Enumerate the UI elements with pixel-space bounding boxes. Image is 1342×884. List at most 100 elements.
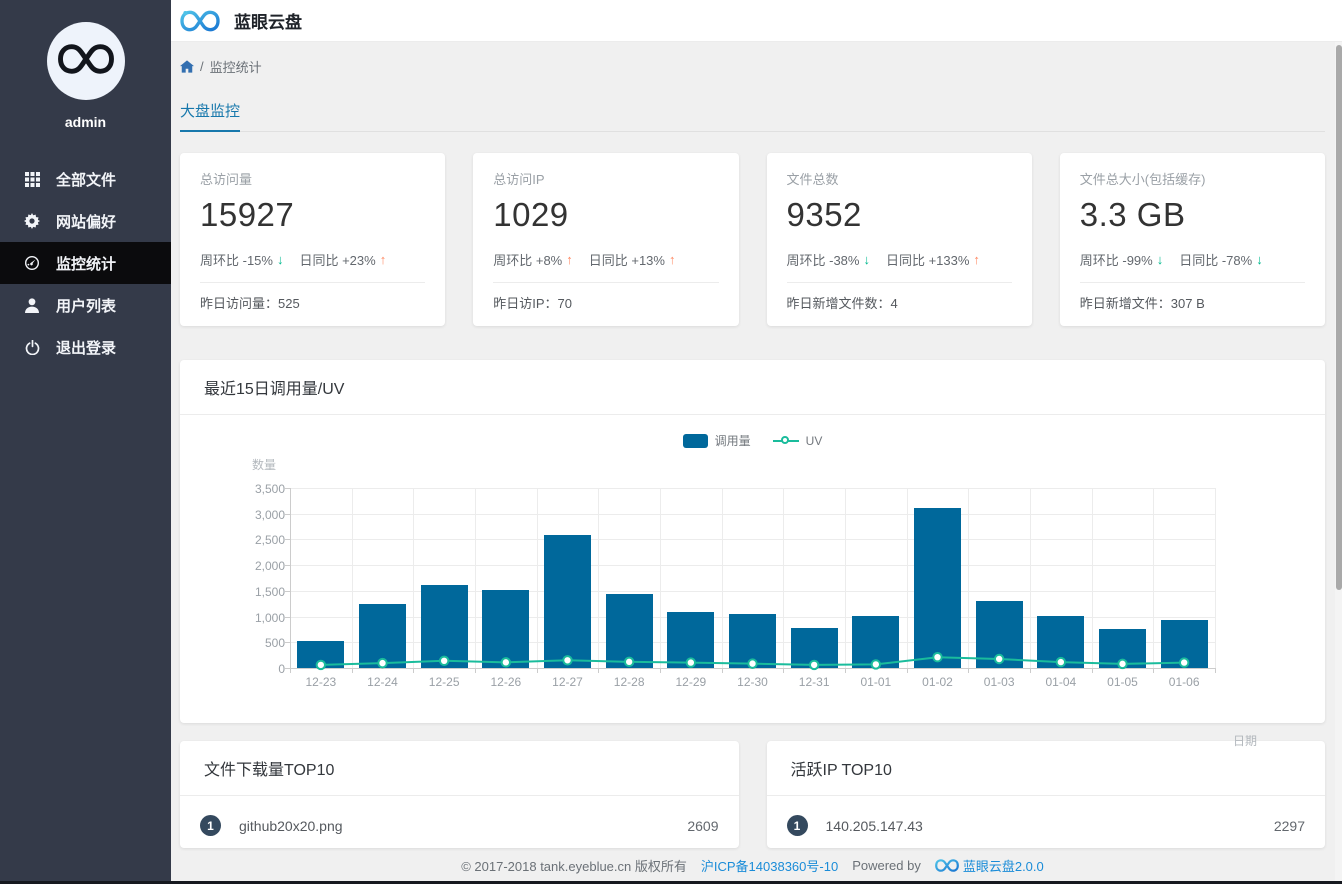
- y-tick-label: 3,500: [254, 482, 285, 496]
- list-title: 活跃IP TOP10: [766, 741, 1325, 796]
- bar-swatch-icon: [682, 433, 708, 448]
- powered-by-text: Powered by: [852, 858, 921, 873]
- stat-value: 3.3 GB: [1079, 196, 1186, 233]
- stat-title: 文件总数: [786, 172, 839, 187]
- sidebar-item-preferences[interactable]: 网站偏好: [0, 200, 171, 242]
- trend-week: 周环比 -38% ↓: [786, 252, 870, 268]
- download-count: 2609: [687, 817, 719, 834]
- dashboard-icon: [22, 255, 42, 271]
- legend-item-uv[interactable]: UV: [772, 434, 822, 448]
- list-item[interactable]: 1 140.205.147.43 2297: [767, 796, 1326, 848]
- sidebar-item-label: 网站偏好: [56, 213, 117, 231]
- y-axis-title: 数量: [252, 458, 277, 472]
- legend-item-bars[interactable]: 调用量: [682, 432, 751, 449]
- sidebar-item-label: 全部文件: [56, 171, 117, 189]
- y-tick-label: 1,500: [254, 584, 285, 599]
- stat-value: 1029: [493, 196, 569, 233]
- stat-footer: 昨日新增文件：307 B: [1079, 296, 1205, 311]
- trend-arrow-icon: ↓: [863, 252, 870, 267]
- user-icon: [22, 297, 42, 313]
- stat-value: 9352: [786, 196, 862, 233]
- icp-link[interactable]: 沪ICP备14038360号-10: [701, 856, 838, 875]
- sidebar-item-label: 退出登录: [56, 339, 117, 357]
- trend-week: 周环比 +8% ↑: [493, 252, 573, 268]
- x-tick-label: 12-24: [367, 675, 398, 689]
- stat-title: 总访问量: [200, 172, 253, 187]
- y-tick-label: 0: [278, 662, 285, 676]
- trend-week: 周环比 -15% ↓: [200, 252, 284, 268]
- trend-arrow-icon: ↑: [379, 252, 387, 267]
- trend-day: 日同比 -78% ↓: [1179, 252, 1263, 268]
- trend-arrow-icon: ↑: [973, 252, 980, 267]
- x-tick-label: 12-26: [490, 675, 522, 689]
- list-item[interactable]: 1 github20x20.png 2609: [180, 796, 739, 848]
- stat-card-total-ip: 总访问IP 1029 周环比 +8% ↑ 日同比 +13% ↑ 昨日访IP：70: [473, 153, 739, 326]
- y-tick-label: 1,000: [254, 610, 285, 625]
- app-title[interactable]: 蓝眼云盘: [234, 8, 302, 33]
- sidebar-item-monitoring[interactable]: 监控统计: [0, 242, 171, 284]
- sidebar-menu: 全部文件 网站偏好 监控统计 用户列表 退出登录: [0, 158, 171, 368]
- gear-icon: [22, 213, 42, 229]
- trend-arrow-icon: ↓: [1256, 252, 1263, 267]
- sidebar-item-all-files[interactable]: 全部文件: [0, 158, 171, 200]
- tab-dashboard-monitor[interactable]: 大盘监控: [180, 100, 241, 132]
- stat-title: 文件总大小(包括缓存): [1079, 172, 1206, 187]
- x-tick-label: 01-03: [983, 675, 1015, 689]
- scrollbar-thumb[interactable]: [1335, 45, 1342, 590]
- x-axis-title: 日期: [1233, 734, 1258, 748]
- page-footer: © 2017-2018 tank.eyeblue.cn 版权所有 沪ICP备14…: [180, 856, 1325, 875]
- app-logo-icon[interactable]: [180, 8, 220, 34]
- username: admin: [64, 114, 107, 130]
- file-name: github20x20.png: [239, 817, 343, 834]
- power-icon: [22, 339, 42, 355]
- avatar[interactable]: [46, 22, 125, 100]
- trend-day: 日同比 +133% ↑: [885, 252, 980, 268]
- main-content: / 监控统计 大盘监控 总访问量 15927 周环比 -15% ↓ 日同比 +23…: [171, 42, 1342, 884]
- trend-day: 日同比 +13% ↑: [588, 252, 676, 268]
- x-tick-label: 01-01: [860, 675, 892, 689]
- rank-badge: 1: [786, 815, 808, 836]
- trend-arrow-icon: ↑: [566, 252, 573, 267]
- sidebar-item-label: 用户列表: [56, 297, 117, 315]
- breadcrumb-current: 监控统计: [209, 60, 262, 75]
- top-downloads-card: 文件下载量TOP10 1 github20x20.png 2609: [180, 741, 739, 848]
- stat-value: 15927: [200, 196, 295, 233]
- x-tick-label: 01-05: [1107, 675, 1138, 689]
- x-tick-label: 12-27: [552, 675, 583, 689]
- chart-plot: 0 500 1,000 1,500 2,000 2,500 3,000 3,500 12-23 1…: [255, 482, 1216, 689]
- breadcrumb: / 监控统计: [180, 57, 1325, 76]
- trend-arrow-icon: ↑: [668, 252, 676, 267]
- stat-card-total-files: 文件总数 9352 周环比 -38% ↓ 日同比 +133% ↑ 昨日新增文件数：4: [766, 153, 1032, 326]
- y-tick-label: 2,000: [254, 559, 285, 574]
- y-tick-label: 3,000: [254, 507, 285, 522]
- trend-arrow-icon: ↓: [1156, 252, 1164, 267]
- stat-footer: 昨日访IP：70: [493, 296, 573, 311]
- x-tick-label: 12-23: [305, 675, 337, 689]
- rank-badge: 1: [200, 815, 221, 836]
- stat-title: 总访问IP: [493, 172, 545, 187]
- y-tick-label: 2,500: [254, 533, 285, 548]
- trend-week: 周环比 -99% ↓: [1079, 252, 1164, 268]
- list-title: 文件下载量TOP10: [180, 741, 739, 796]
- sidebar: admin 全部文件 网站偏好 监控统计 用户列表 退出登录: [0, 0, 171, 884]
- sidebar-item-label: 监控统计: [56, 255, 117, 273]
- x-tick-label: 12-31: [798, 675, 830, 689]
- scrollbar[interactable]: [1335, 42, 1342, 884]
- y-tick-label: 500: [264, 636, 285, 651]
- infinity-logo-icon: [57, 42, 115, 81]
- grid-icon: [22, 171, 42, 187]
- breadcrumb-separator: /: [200, 59, 204, 74]
- visit-count: 2297: [1273, 817, 1305, 834]
- home-icon[interactable]: [180, 60, 194, 73]
- tab-bar: 大盘监控: [180, 100, 1325, 132]
- x-tick-label: 01-06: [1168, 675, 1200, 689]
- active-ip-card: 活跃IP TOP10 1 140.205.147.43 2297: [766, 741, 1326, 848]
- sidebar-item-users[interactable]: 用户列表: [0, 284, 171, 326]
- footer-logo-icon: [934, 858, 959, 873]
- sidebar-item-logout[interactable]: 退出登录: [0, 326, 171, 368]
- trend-arrow-icon: ↓: [276, 252, 284, 267]
- product-link[interactable]: 蓝眼云盘2.0.0: [934, 856, 1044, 875]
- x-tick-label: 12-25: [428, 675, 460, 689]
- stat-card-total-visits: 总访问量 15927 周环比 -15% ↓ 日同比 +23% ↑ 昨日访问量：525: [180, 153, 446, 326]
- stat-cards-row: 总访问量 15927 周环比 -15% ↓ 日同比 +23% ↑ 昨日访问量：525…: [180, 153, 1325, 326]
